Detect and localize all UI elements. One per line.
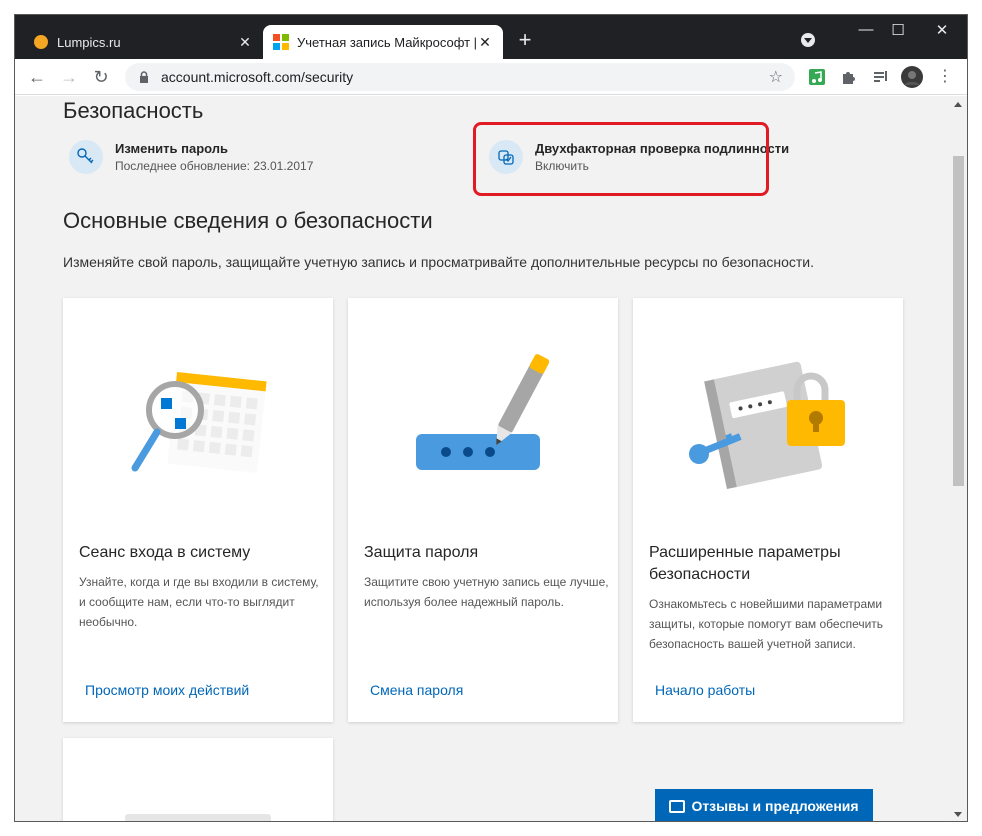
tab-title: Учетная запись Майкрософт | Б — [297, 34, 477, 50]
scroll-up-icon[interactable] — [954, 102, 962, 107]
card-title: Расширенные параметры безопасности — [649, 544, 841, 583]
profile-avatar[interactable] — [901, 66, 923, 88]
new-tab-button[interactable]: + — [513, 29, 537, 53]
chat-bubble-icon — [669, 799, 686, 813]
change-password-action[interactable]: Изменить пароль Последнее обновление: 23… — [69, 140, 313, 174]
tab-title: Lumpics.ru — [57, 34, 121, 50]
scroll-down-icon[interactable] — [954, 812, 962, 817]
calendar-magnifier-icon — [131, 372, 267, 473]
additional-security-card — [63, 738, 333, 821]
media-playlist-icon[interactable] — [871, 67, 891, 87]
tab-lumpics[interactable]: Lumpics.ru ✕ — [23, 25, 263, 59]
page-scrollbar[interactable] — [950, 96, 967, 821]
card-description: Ознакомьтесь с новейшими параметрами защ… — [649, 597, 884, 651]
lock-icon — [140, 71, 148, 83]
password-pen-icon — [416, 354, 550, 470]
back-button[interactable]: ← — [25, 65, 49, 89]
sign-in-activity-card: Сеанс входа в систему Узнайте, когда и г… — [63, 298, 333, 722]
tab-close-icon[interactable]: ✕ — [477, 34, 493, 51]
password-security-card: Защита пароля Защитите свою учетную запи… — [348, 298, 618, 722]
scrollbar-thumb[interactable] — [953, 156, 964, 486]
tab-close-icon[interactable]: ✕ — [237, 34, 253, 51]
security-basics-intro: Изменяйте свой пароль, защищайте учетную… — [63, 254, 814, 270]
feedback-button-label: Отзывы и предложения — [691, 798, 859, 814]
address-bar[interactable]: account.microsoft.com/security ☆ — [125, 63, 795, 91]
change-password-link[interactable]: Смена пароля — [370, 682, 463, 698]
title-bar: Lumpics.ru ✕ Учетная запись Майкрософт |… — [15, 15, 967, 59]
card-title: Сеанс входа в систему — [79, 544, 251, 561]
minimize-button[interactable]: — — [851, 21, 881, 38]
card-description: Узнайте, когда и где вы входили в систем… — [79, 575, 319, 629]
security-basics-heading: Основные сведения о безопасности — [63, 208, 433, 233]
browser-window: Lumpics.ru ✕ Учетная запись Майкрософт |… — [14, 14, 968, 822]
forward-button[interactable]: → — [57, 65, 81, 89]
card-title: Защита пароля — [364, 544, 479, 561]
key-icon — [69, 140, 103, 174]
page-content: Безопасность Изменить пароль Последнее о… — [15, 96, 951, 821]
get-started-link[interactable]: Начало работы — [655, 682, 755, 698]
lumpics-favicon-icon — [34, 35, 48, 49]
card-description: Защитите свою учетную запись еще лучше, … — [364, 575, 609, 609]
annotation-highlight-box — [473, 122, 769, 196]
feedback-button[interactable]: Отзывы и предложения — [655, 789, 873, 821]
change-password-subtitle: Последнее обновление: 23.01.2017 — [115, 159, 314, 173]
advanced-security-card: Расширенные параметры безопасности Ознак… — [633, 298, 903, 722]
maximize-button[interactable]: ☐ — [883, 21, 913, 39]
url-text: account.microsoft.com/security — [161, 69, 354, 85]
browser-menu-icon[interactable]: ⋮ — [935, 67, 955, 87]
page-title: Безопасность — [63, 98, 204, 123]
bookmark-star-icon[interactable]: ☆ — [769, 67, 783, 87]
tab-search-icon[interactable] — [801, 33, 815, 47]
tab-microsoft-account[interactable]: Учетная запись Майкрософт | Б ✕ — [263, 25, 503, 59]
view-my-activity-link[interactable]: Просмотр моих действий — [85, 682, 249, 698]
change-password-title: Изменить пароль — [115, 141, 229, 156]
microsoft-logo-icon — [273, 34, 289, 50]
card-illustration-stub — [125, 814, 271, 821]
reload-button[interactable]: ↻ — [89, 65, 113, 89]
close-window-button[interactable]: ✕ — [927, 21, 957, 39]
browser-toolbar: ← → ↻ account.microsoft.com/security ☆ ⋮ — [15, 59, 967, 95]
extensions-puzzle-icon[interactable] — [839, 67, 859, 87]
notebook-lock-key-icon — [689, 361, 845, 490]
music-extension-icon[interactable] — [807, 67, 827, 87]
